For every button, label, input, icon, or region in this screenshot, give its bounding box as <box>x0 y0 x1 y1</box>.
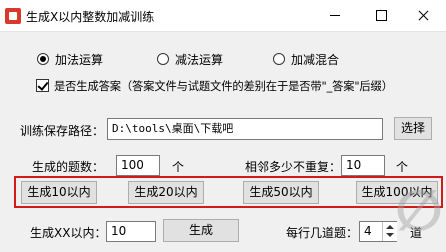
generate-50-button[interactable]: 生成50以内 <box>243 181 319 204</box>
per-row-label: 每行几道题： <box>286 226 359 240</box>
question-count-label: 生成的题数： <box>32 160 105 174</box>
generate-10-button[interactable]: 生成10以内 <box>21 181 97 204</box>
custom-range-label: 生成XX以内： <box>30 226 107 240</box>
radio-subtraction[interactable] <box>157 53 169 65</box>
radio-mixed[interactable] <box>273 53 285 65</box>
custom-range-input[interactable]: 10 <box>106 221 156 242</box>
save-path-label: 训练保存路径： <box>20 124 105 138</box>
radio-addition[interactable] <box>37 53 49 65</box>
generate-button[interactable]: 生成 <box>163 219 239 242</box>
window-title: 生成X以内整数加减训练 <box>26 10 155 24</box>
no-repeat-label: 相邻多少不重复： <box>245 160 342 174</box>
radio-mixed-label[interactable]: 加减混合 <box>291 51 339 68</box>
browse-button[interactable]: 选择 <box>394 117 432 140</box>
minimize-icon[interactable] <box>312 0 358 31</box>
save-path-input[interactable]: D:\tools\桌面\下载吧 <box>107 118 383 140</box>
radio-subtraction-label[interactable]: 减法运算 <box>175 51 223 68</box>
radio-addition-label[interactable]: 加法运算 <box>55 51 103 68</box>
watermark-logo: ∅ <box>395 179 443 244</box>
generate-answer-checkbox[interactable] <box>36 79 49 92</box>
no-repeat-input[interactable]: 10 <box>341 155 385 176</box>
maximize-icon[interactable] <box>358 0 404 31</box>
generate-20-button[interactable]: 生成20以内 <box>128 181 204 204</box>
app-icon <box>5 8 21 24</box>
title-bar: 生成X以内整数加减训练 <box>0 0 446 32</box>
question-count-input[interactable]: 100 <box>116 155 160 176</box>
close-icon[interactable] <box>400 0 446 31</box>
generate-answer-label[interactable]: 是否生成答案（答案文件与试题文件的差别在于是否带"_答案"后缀） <box>54 78 393 94</box>
question-count-unit: 个 <box>172 160 185 174</box>
